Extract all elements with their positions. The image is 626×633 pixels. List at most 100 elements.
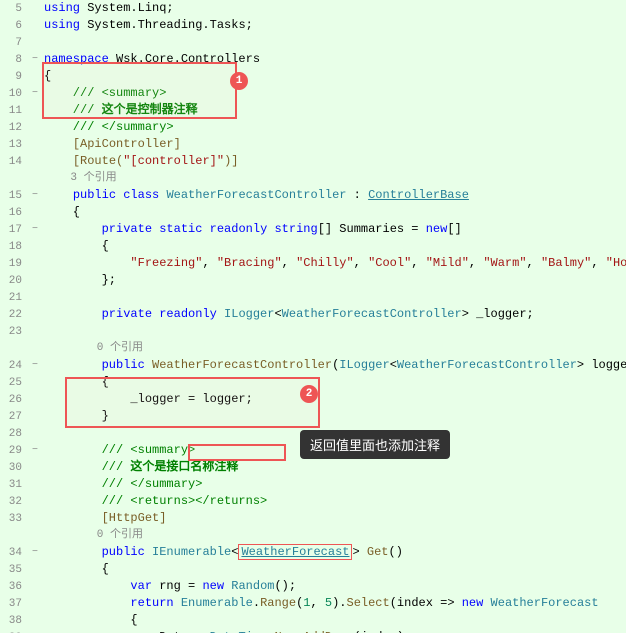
line-content-35: { xyxy=(42,561,626,578)
code-line-18: 18 { xyxy=(0,238,626,255)
code-line-15: 15 − public class WeatherForecastControl… xyxy=(0,187,626,204)
code-line-20: 20 }; xyxy=(0,272,626,289)
line-content-27: } xyxy=(42,408,626,425)
fold-9 xyxy=(28,68,42,85)
line-content-13: [ApiController] xyxy=(42,136,626,153)
line-num-39: 39 xyxy=(0,629,28,633)
badge-2: 2 xyxy=(300,385,318,403)
line-num-26: 26 xyxy=(0,391,28,408)
line-num-38: 38 xyxy=(0,612,28,629)
code-line-37: 37 return Enumerable.Range(1, 5).Select(… xyxy=(0,595,626,612)
code-line-23: 23 xyxy=(0,323,626,340)
line-num-16: 16 xyxy=(0,204,28,221)
line-content-22: private readonly ILogger<WeatherForecast… xyxy=(42,306,626,323)
line-content-ref3: 0 个引用 xyxy=(42,527,626,544)
line-num-34: 34 xyxy=(0,544,28,561)
line-content-17: private static readonly string[] Summari… xyxy=(42,221,626,238)
code-line-9: 9 { xyxy=(0,68,626,85)
line-content-23 xyxy=(42,323,626,340)
line-num-21: 21 xyxy=(0,289,28,306)
code-line-7: 7 xyxy=(0,34,626,51)
code-line-22: 22 private readonly ILogger<WeatherForec… xyxy=(0,306,626,323)
fold-27 xyxy=(28,408,42,425)
line-content-39: Date = DateTime.Now.AddDays(index), xyxy=(42,629,626,633)
line-num-35: 35 xyxy=(0,561,28,578)
fold-12 xyxy=(28,119,42,136)
line-content-7 xyxy=(42,34,626,51)
line-content-24: public WeatherForecastController(ILogger… xyxy=(42,357,626,374)
fold-17[interactable]: − xyxy=(28,221,42,238)
line-content-38: { xyxy=(42,612,626,629)
code-line-8: 8 − namespace Wsk.Core.Controllers xyxy=(0,51,626,68)
fold-36 xyxy=(28,578,42,595)
line-content-26: _logger = logger; xyxy=(42,391,626,408)
line-num-23: 23 xyxy=(0,323,28,340)
code-line-27: 27 } xyxy=(0,408,626,425)
line-content-34: public IEnumerable<WeatherForecast> Get(… xyxy=(42,544,626,561)
line-num-8: 8 xyxy=(0,51,28,68)
line-num-36: 36 xyxy=(0,578,28,595)
fold-11 xyxy=(28,102,42,119)
line-num-12: 12 xyxy=(0,119,28,136)
code-line-31: 31 /// </summary> xyxy=(0,476,626,493)
fold-37 xyxy=(28,595,42,612)
fold-29[interactable]: − xyxy=(28,442,42,459)
code-line-12: 12 /// </summary> xyxy=(0,119,626,136)
fold-26 xyxy=(28,391,42,408)
code-line-24: 24 − public WeatherForecastController(IL… xyxy=(0,357,626,374)
line-num-29: 29 xyxy=(0,442,28,459)
fold-38 xyxy=(28,612,42,629)
fold-10[interactable]: − xyxy=(28,85,42,102)
line-content-21 xyxy=(42,289,626,306)
line-num-15: 15 xyxy=(0,187,28,204)
line-content-16: { xyxy=(42,204,626,221)
code-line-32: 32 /// <returns></returns> xyxy=(0,493,626,510)
line-content-18: { xyxy=(42,238,626,255)
line-num-28: 28 xyxy=(0,425,28,442)
fold-31 xyxy=(28,476,42,493)
line-content-ref1: 3 个引用 xyxy=(42,170,626,187)
line-num-19: 19 xyxy=(0,255,28,272)
line-num-ref3 xyxy=(0,527,28,544)
fold-19 xyxy=(28,255,42,272)
line-num-33: 33 xyxy=(0,510,28,527)
fold-18 xyxy=(28,238,42,255)
fold-13 xyxy=(28,136,42,153)
line-num-ref1 xyxy=(0,170,28,187)
fold-39 xyxy=(28,629,42,633)
fold-24[interactable]: − xyxy=(28,357,42,374)
line-num-7: 7 xyxy=(0,34,28,51)
line-num-6: 6 xyxy=(0,17,28,34)
code-line-5: 5 using System.Linq; xyxy=(0,0,626,17)
code-line-21: 21 xyxy=(0,289,626,306)
fold-5 xyxy=(28,0,42,17)
fold-34[interactable]: − xyxy=(28,544,42,561)
line-content-14: [Route("[controller]")] xyxy=(42,153,626,170)
line-content-ref2: 0 个引用 xyxy=(42,340,626,357)
badge-1: 1 xyxy=(230,72,248,90)
line-content-8: namespace Wsk.Core.Controllers xyxy=(42,51,626,68)
line-num-30: 30 xyxy=(0,459,28,476)
code-line-34: 34 − public IEnumerable<WeatherForecast>… xyxy=(0,544,626,561)
line-num-32: 32 xyxy=(0,493,28,510)
fold-ref1 xyxy=(28,170,42,187)
line-content-36: var rng = new Random(); xyxy=(42,578,626,595)
line-num-25: 25 xyxy=(0,374,28,391)
line-num-37: 37 xyxy=(0,595,28,612)
fold-8[interactable]: − xyxy=(28,51,42,68)
line-num-24: 24 xyxy=(0,357,28,374)
fold-16 xyxy=(28,204,42,221)
line-num-10: 10 xyxy=(0,85,28,102)
line-content-19: "Freezing", "Bracing", "Chilly", "Cool",… xyxy=(42,255,626,272)
code-line-17: 17 − private static readonly string[] Su… xyxy=(0,221,626,238)
fold-15[interactable]: − xyxy=(28,187,42,204)
code-line-6: 6 using System.Threading.Tasks; xyxy=(0,17,626,34)
code-line-16: 16 { xyxy=(0,204,626,221)
fold-6 xyxy=(28,17,42,34)
line-content-9: { xyxy=(42,68,626,85)
fold-35 xyxy=(28,561,42,578)
fold-14 xyxy=(28,153,42,170)
line-num-27: 27 xyxy=(0,408,28,425)
fold-30 xyxy=(28,459,42,476)
line-num-14: 14 xyxy=(0,153,28,170)
